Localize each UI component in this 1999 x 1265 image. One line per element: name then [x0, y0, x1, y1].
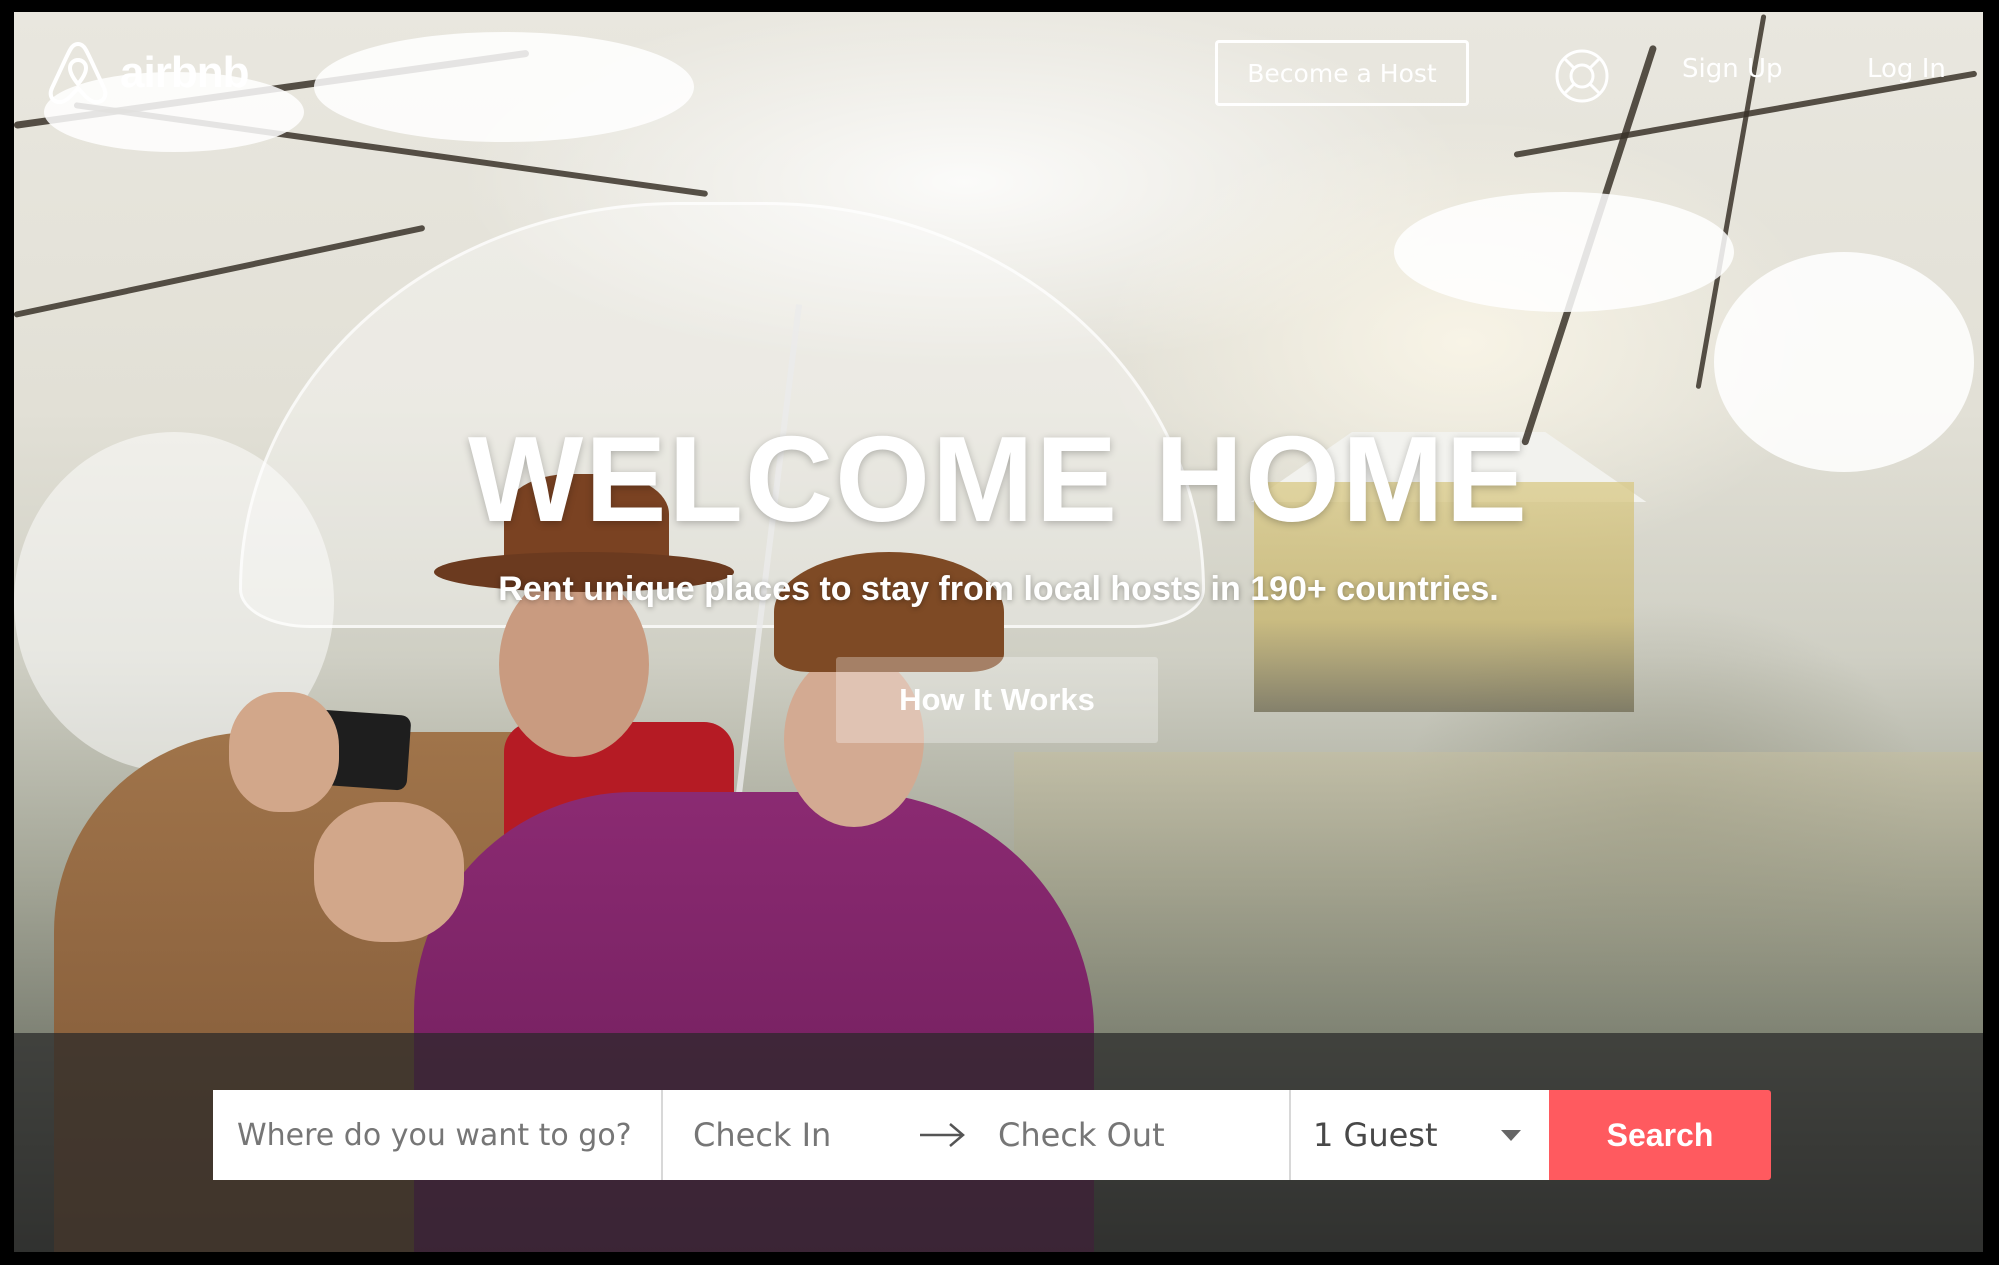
date-range-field: Check In Check Out	[663, 1090, 1291, 1180]
check-out-field[interactable]: Check Out	[998, 1116, 1165, 1154]
snow-decoration	[1394, 192, 1734, 312]
branch-decoration	[14, 224, 426, 318]
sign-up-link[interactable]: Sign Up	[1682, 54, 1783, 84]
become-host-button[interactable]: Become a Host	[1215, 40, 1469, 106]
search-bar: Check In Check Out 1 Guest Search	[213, 1090, 1777, 1180]
top-nav: airbnb Become a Host Sign Up Log In	[14, 12, 1983, 132]
destination-field[interactable]	[213, 1090, 663, 1180]
airbnb-logo-icon	[48, 42, 108, 105]
caret-down-icon	[1501, 1129, 1521, 1141]
page: airbnb Become a Host Sign Up Log In WELC…	[14, 12, 1983, 1252]
hand-decoration	[314, 802, 464, 942]
guests-value: 1 Guest	[1313, 1116, 1438, 1154]
brand-name: airbnb	[120, 48, 249, 97]
pond-decoration	[1014, 752, 1983, 1072]
arrow-right-icon	[920, 1123, 965, 1147]
hand-decoration	[229, 692, 339, 812]
search-button[interactable]: Search	[1549, 1090, 1771, 1180]
hero-title: WELCOME HOME	[468, 411, 1529, 547]
check-in-field[interactable]: Check In	[693, 1116, 893, 1154]
hero-subtitle: Rent unique places to stay from local ho…	[498, 570, 1499, 608]
destination-input[interactable]	[235, 1116, 661, 1154]
how-it-works-button[interactable]: How It Works	[836, 657, 1158, 743]
guests-select[interactable]: 1 Guest	[1291, 1090, 1549, 1180]
log-in-link[interactable]: Log In	[1867, 54, 1946, 84]
lifebuoy-icon[interactable]	[1554, 48, 1610, 104]
airbnb-logo[interactable]: airbnb	[46, 40, 249, 106]
